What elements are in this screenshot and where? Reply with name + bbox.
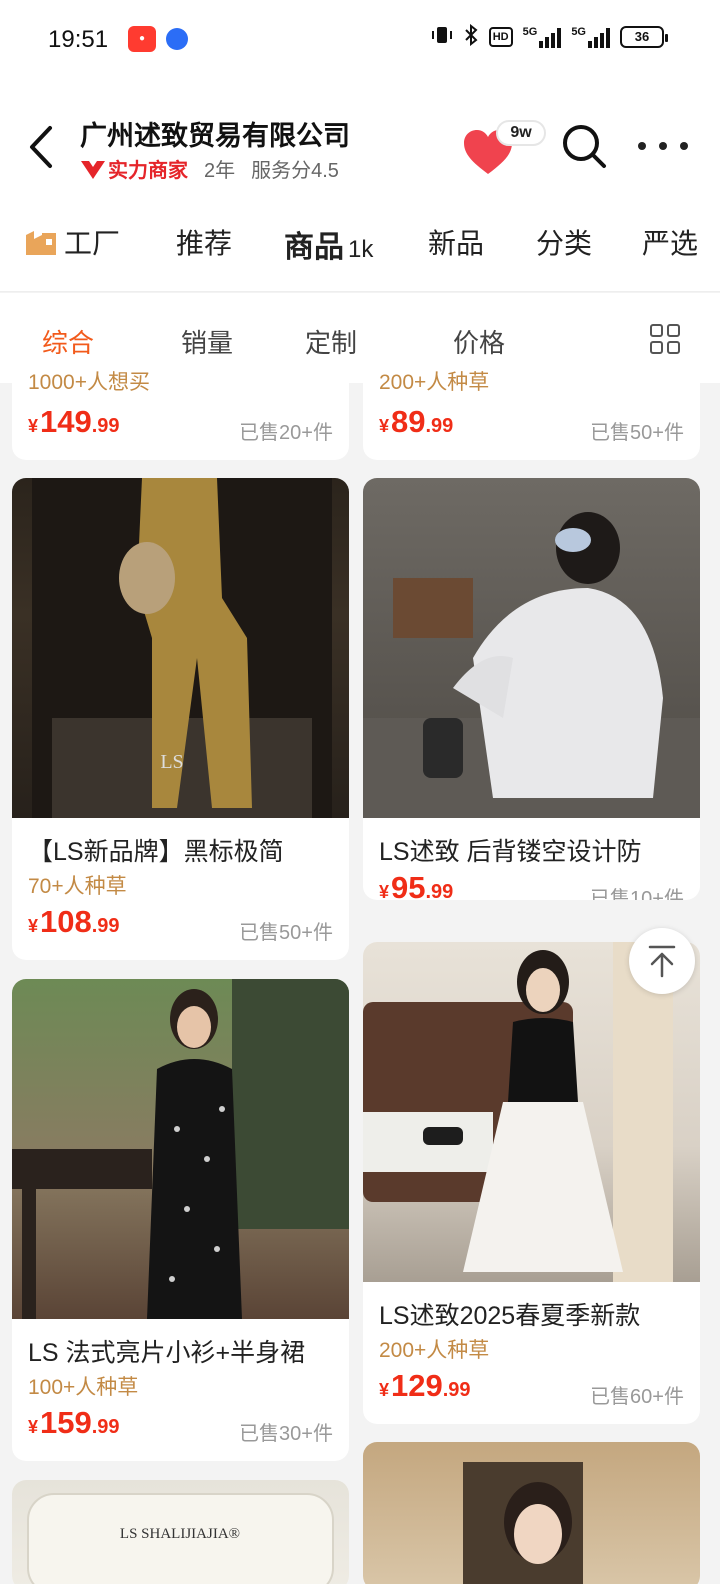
product-image[interactable]: LS SHALIJIAJIA®: [12, 1480, 349, 1584]
product-image[interactable]: [12, 979, 349, 1319]
merchant-badge-icon: [81, 160, 105, 179]
status-bar: 19:51 ● HD 5G 5G 36: [0, 0, 720, 80]
sort-comprehensive[interactable]: 综合: [42, 323, 94, 360]
product-photo: [463, 1462, 583, 1584]
vibrate-icon: [431, 24, 453, 49]
shop-name[interactable]: 广州述致贸易有限公司: [80, 114, 350, 153]
battery-icon: 36: [620, 25, 668, 48]
tab-factory[interactable]: 工厂: [24, 222, 120, 262]
product-title: LS述致2025春夏季新款: [379, 1302, 641, 1330]
status-icons: HD 5G 5G 36: [431, 23, 668, 49]
shop-meta: 实力商家 2年 服务分4.5: [80, 154, 339, 183]
product-seed: 200+人种草: [379, 1339, 490, 1362]
more-button[interactable]: [638, 132, 688, 160]
product-sold: 已售30+件: [239, 1423, 333, 1445]
sort-custom[interactable]: 定制: [305, 323, 357, 360]
product-price: ¥129.99: [379, 1368, 471, 1403]
tab-selected[interactable]: 严选: [642, 222, 698, 262]
product-image[interactable]: LS: [12, 478, 349, 818]
product-card[interactable]: 200+人种草 ¥89.99 已售50+件: [363, 366, 700, 460]
product-price: ¥108.99: [28, 904, 120, 939]
signal-icon-1: 5G: [523, 26, 562, 48]
svg-text:LS: LS: [160, 751, 183, 773]
product-card[interactable]: LS SHALIJIAJIA®: [12, 1480, 349, 1584]
product-price: ¥159.99: [28, 1405, 120, 1440]
service-score: 服务分4.5: [251, 160, 339, 182]
product-card[interactable]: 1000+人想买 ¥149.99 已售20+件: [12, 366, 349, 460]
svg-text:LS SHALIJIAJIA®: LS SHALIJIAJIA®: [120, 1526, 240, 1542]
product-image[interactable]: [363, 1442, 700, 1584]
bluetooth-icon: [463, 23, 479, 49]
product-card[interactable]: [363, 1442, 700, 1584]
tab-category[interactable]: 分类: [536, 222, 592, 262]
more-dot-icon: [680, 142, 688, 150]
product-price: ¥149.99: [28, 404, 120, 439]
product-price: ¥95.99: [379, 870, 454, 900]
signal-icon-2: 5G: [571, 26, 610, 48]
sort-price[interactable]: 价格: [453, 323, 505, 360]
layout-grid-icon[interactable]: [650, 324, 680, 354]
product-image[interactable]: [363, 478, 700, 818]
search-icon: [563, 125, 606, 168]
merchant-badge-label: 实力商家: [108, 160, 188, 182]
product-seed: 100+人种草: [28, 1376, 139, 1399]
baidu-app-icon: [166, 28, 188, 50]
product-card[interactable]: LS 【LS新品牌】黑标极简 70+人种草 ¥108.99 已售50+件: [12, 478, 349, 960]
product-title: 【LS新品牌】黑标极简: [28, 838, 284, 866]
product-sold: 已售10+件: [590, 888, 684, 900]
more-dot-icon: [638, 142, 646, 150]
product-photo: LS: [32, 478, 332, 818]
product-photo: LS SHALIJIAJIA®: [27, 1493, 334, 1584]
tab-products[interactable]: 商品 1k: [284, 222, 373, 266]
product-sold: 已售50+件: [239, 922, 333, 944]
search-button[interactable]: [560, 122, 608, 170]
back-to-top-button[interactable]: [629, 928, 695, 994]
product-photo: [363, 512, 700, 818]
favorite-count: 9w: [496, 120, 546, 146]
notification-app-icon: ●: [128, 26, 156, 52]
arrow-up-icon: [648, 945, 676, 978]
product-card[interactable]: LS 法式亮片小衫+半身裙 100+人种草 ¥159.99 已售30+件: [12, 979, 349, 1461]
product-card[interactable]: LS述致 后背镂空设计防 ¥95.99 已售10+件: [363, 478, 700, 900]
product-price: ¥89.99: [379, 404, 454, 439]
shop-tabs: 工厂 推荐 商品 1k 新品 分类 严选: [0, 200, 720, 292]
hd-icon: HD: [488, 26, 513, 47]
product-title: LS述致 后背镂空设计防: [379, 838, 642, 866]
factory-icon: [26, 231, 56, 255]
product-sold: 已售20+件: [239, 422, 333, 444]
sort-sales[interactable]: 销量: [181, 323, 233, 360]
product-sold: 已售60+件: [590, 1386, 684, 1408]
product-seed: 1000+人想买: [28, 371, 150, 394]
status-time: 19:51: [48, 26, 109, 53]
product-seed: 70+人种草: [28, 875, 127, 898]
merchant-badge: 实力商家: [80, 154, 188, 183]
more-dot-icon: [659, 142, 667, 150]
product-image[interactable]: [363, 942, 700, 1282]
back-arrow-icon: [30, 126, 52, 168]
tab-products-count: 1k: [348, 236, 374, 263]
product-photo: [363, 942, 673, 1282]
product-title: LS 法式亮片小衫+半身裙: [28, 1339, 306, 1367]
product-sold: 已售50+件: [590, 422, 684, 444]
tab-recommend[interactable]: 推荐: [176, 222, 232, 262]
shop-years: 2年: [204, 160, 236, 182]
shop-header: 广州述致贸易有限公司 实力商家 2年 服务分4.5 9w: [0, 80, 720, 200]
product-card[interactable]: LS述致2025春夏季新款 200+人种草 ¥129.99 已售60+件: [363, 942, 700, 1424]
product-photo: [12, 979, 349, 1319]
favorite-button[interactable]: 9w: [462, 120, 552, 180]
tab-new[interactable]: 新品: [428, 222, 484, 262]
product-seed: 200+人种草: [379, 371, 490, 394]
back-button[interactable]: [22, 122, 62, 172]
